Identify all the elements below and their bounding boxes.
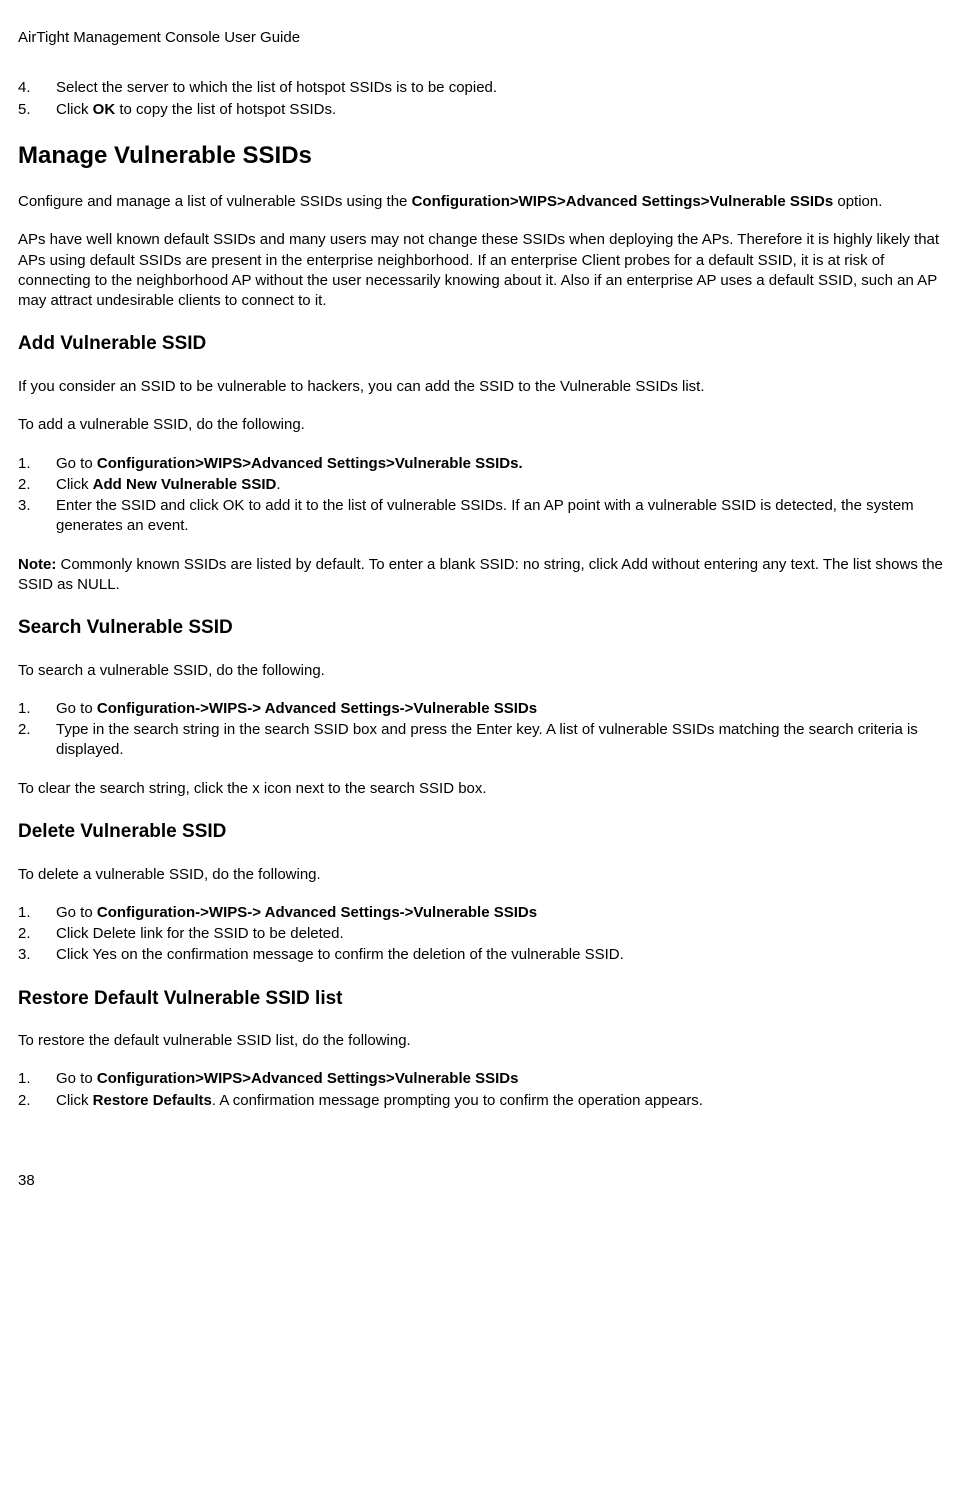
paragraph: If you consider an SSID to be vulnerable… (18, 377, 949, 397)
list-number: 1. (18, 699, 31, 719)
list-number: 2. (18, 720, 31, 740)
list-text: Click Yes on the confirmation message to… (56, 946, 624, 963)
page-header: AirTight Management Console User Guide (18, 28, 949, 48)
list-text-prefix: Go to (56, 904, 97, 921)
list-text-prefix: Go to (56, 700, 97, 717)
paragraph: To delete a vulnerable SSID, do the foll… (18, 865, 949, 885)
list-restore-steps: 1. Go to Configuration>WIPS>Advanced Set… (18, 1069, 949, 1111)
list-text-bold: Configuration->WIPS-> Advanced Settings-… (97, 700, 537, 717)
list-text-prefix: Go to (56, 455, 97, 472)
list-text-suffix: to copy the list of hotspot SSIDs. (115, 101, 336, 118)
page-number: 38 (18, 1171, 949, 1191)
list-item: 1. Go to Configuration>WIPS>Advanced Set… (18, 1069, 949, 1089)
list-number: 2. (18, 1091, 31, 1111)
heading-restore-default: Restore Default Vulnerable SSID list (18, 986, 949, 1012)
list-number: 1. (18, 1069, 31, 1089)
list-item: 2. Click Restore Defaults. A confirmatio… (18, 1091, 949, 1111)
paragraph: APs have well known default SSIDs and ma… (18, 230, 949, 311)
paragraph: To search a vulnerable SSID, do the foll… (18, 661, 949, 681)
note-label: Note: (18, 556, 56, 573)
list-text-bold: OK (93, 101, 116, 118)
list-text-prefix: Go to (56, 1070, 97, 1087)
list-text-prefix: Click (56, 101, 93, 118)
list-item: 3. Enter the SSID and click OK to add it… (18, 496, 949, 537)
list-item: 2. Click Delete link for the SSID to be … (18, 924, 949, 944)
list-text-suffix: . (276, 476, 280, 493)
list-text: Enter the SSID and click OK to add it to… (56, 497, 914, 534)
note-text: Commonly known SSIDs are listed by defau… (18, 556, 943, 593)
list-item: 3. Click Yes on the confirmation message… (18, 945, 949, 965)
list-text: Click Delete link for the SSID to be del… (56, 925, 344, 942)
text-prefix: Configure and manage a list of vulnerabl… (18, 193, 412, 210)
list-item: 4. Select the server to which the list o… (18, 78, 949, 98)
list-add-steps: 1. Go to Configuration>WIPS>Advanced Set… (18, 454, 949, 537)
list-text-bold: Configuration>WIPS>Advanced Settings>Vul… (97, 1070, 519, 1087)
list-text: Select the server to which the list of h… (56, 79, 497, 96)
list-text-bold: Add New Vulnerable SSID (93, 476, 277, 493)
list-continued: 4. Select the server to which the list o… (18, 78, 949, 120)
list-text-bold: Restore Defaults (93, 1092, 212, 1109)
list-text-bold: Configuration>WIPS>Advanced Settings>Vul… (97, 455, 523, 472)
note-paragraph: Note: Commonly known SSIDs are listed by… (18, 555, 949, 596)
heading-manage-vulnerable-ssids: Manage Vulnerable SSIDs (18, 140, 949, 172)
text-suffix: option. (833, 193, 882, 210)
heading-search-vulnerable-ssid: Search Vulnerable SSID (18, 615, 949, 641)
list-item: 2. Type in the search string in the sear… (18, 720, 949, 761)
list-text-bold: Configuration->WIPS-> Advanced Settings-… (97, 904, 537, 921)
list-item: 2. Click Add New Vulnerable SSID. (18, 475, 949, 495)
list-text: Type in the search string in the search … (56, 721, 918, 758)
list-number: 2. (18, 475, 31, 495)
list-item: 1. Go to Configuration->WIPS-> Advanced … (18, 903, 949, 923)
list-delete-steps: 1. Go to Configuration->WIPS-> Advanced … (18, 903, 949, 966)
list-search-steps: 1. Go to Configuration->WIPS-> Advanced … (18, 699, 949, 761)
list-text-suffix: . A confirmation message prompting you t… (212, 1092, 703, 1109)
heading-delete-vulnerable-ssid: Delete Vulnerable SSID (18, 819, 949, 845)
paragraph: Configure and manage a list of vulnerabl… (18, 192, 949, 212)
list-item: 5. Click OK to copy the list of hotspot … (18, 100, 949, 120)
list-number: 2. (18, 924, 31, 944)
list-number: 3. (18, 945, 31, 965)
list-item: 1. Go to Configuration->WIPS-> Advanced … (18, 699, 949, 719)
list-text-prefix: Click (56, 1092, 93, 1109)
list-number: 1. (18, 454, 31, 474)
paragraph: To clear the search string, click the x … (18, 779, 949, 799)
list-number: 4. (18, 78, 31, 98)
paragraph: To add a vulnerable SSID, do the followi… (18, 415, 949, 435)
list-item: 1. Go to Configuration>WIPS>Advanced Set… (18, 454, 949, 474)
list-number: 3. (18, 496, 31, 516)
heading-add-vulnerable-ssid: Add Vulnerable SSID (18, 331, 949, 357)
list-number: 5. (18, 100, 31, 120)
text-bold: Configuration>WIPS>Advanced Settings>Vul… (412, 193, 834, 210)
paragraph: To restore the default vulnerable SSID l… (18, 1031, 949, 1051)
list-text-prefix: Click (56, 476, 93, 493)
list-number: 1. (18, 903, 31, 923)
